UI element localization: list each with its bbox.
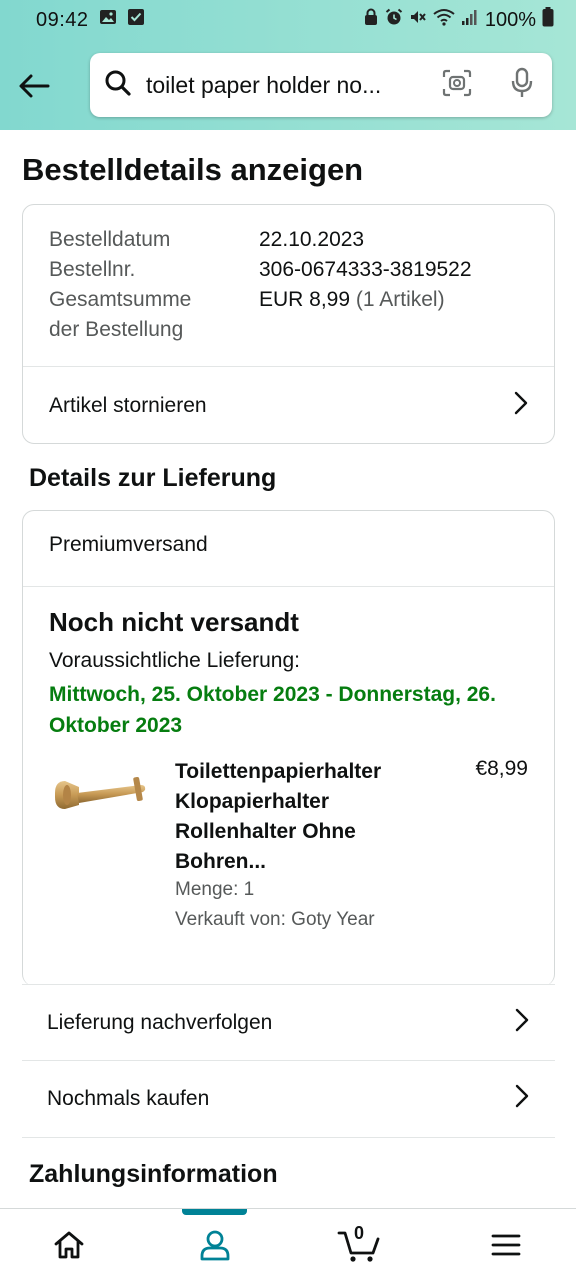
search-bar[interactable]: toilet paper holder no... <box>90 53 552 117</box>
search-header: toilet paper holder no... <box>0 40 576 130</box>
order-number-value: 306-0674333-3819522 <box>259 258 472 281</box>
cart-count-badge: 0 <box>353 1223 364 1243</box>
track-delivery-link[interactable]: Lieferung nachverfolgen <box>22 984 555 1060</box>
check-icon <box>127 8 145 32</box>
product-title-link[interactable]: Toilettenpapierhalter Klopapierhalter Ro… <box>175 757 415 877</box>
nav-menu[interactable] <box>471 1209 541 1280</box>
shipping-type: Premiumversand <box>49 533 208 556</box>
product-price: €8,99 <box>475 757 528 780</box>
shipment-status: Noch nicht versandt <box>49 607 299 637</box>
order-number-label: Bestellnr. <box>49 258 136 281</box>
nav-home[interactable] <box>34 1209 104 1280</box>
product-seller: Verkauft von: Goty Year <box>175 909 375 930</box>
battery-percent: 100% <box>484 8 536 31</box>
track-delivery-label: Lieferung nachverfolgen <box>47 1010 273 1034</box>
expected-delivery-label: Voraussichtliche Lieferung: <box>49 649 300 672</box>
cancel-items-label: Artikel stornieren <box>49 393 207 417</box>
delivery-section-title: Details zur Lieferung <box>29 464 277 492</box>
order-total-amount: EUR 8,99 <box>259 288 351 311</box>
image-icon <box>99 8 117 32</box>
menu-icon <box>491 1234 521 1256</box>
delivery-card: Premiumversand Noch nicht versandt Vorau… <box>22 510 555 986</box>
chevron-right-icon <box>515 1084 529 1114</box>
lock-icon <box>363 8 379 32</box>
buy-again-link[interactable]: Nochmals kaufen <box>22 1060 555 1136</box>
cancel-items-link[interactable]: Artikel stornieren <box>23 367 554 443</box>
battery-icon <box>542 7 554 33</box>
order-total-value: EUR 8,99 (1 Artikel) <box>259 285 445 315</box>
chevron-right-icon <box>514 391 528 421</box>
nav-cart[interactable]: 0 <box>324 1209 394 1280</box>
wifi-icon <box>433 8 455 32</box>
order-total-label: Gesamtsumme <box>49 288 192 311</box>
account-icon <box>200 1230 230 1261</box>
product-quantity: Menge: 1 <box>175 879 255 900</box>
home-icon <box>54 1231 84 1259</box>
divider <box>23 586 554 587</box>
order-total-label-2: der Bestellung <box>49 318 184 341</box>
alarm-icon <box>385 8 403 32</box>
nav-account[interactable] <box>180 1209 250 1280</box>
chevron-right-icon <box>515 1008 529 1038</box>
camera-scan-icon[interactable] <box>442 69 472 102</box>
order-date-value: 22.10.2023 <box>259 228 365 251</box>
mute-icon <box>409 8 427 32</box>
search-input[interactable]: toilet paper holder no... <box>146 72 422 99</box>
back-arrow-icon <box>19 74 50 98</box>
status-bar: 09:42 100% <box>0 0 576 40</box>
bottom-navigation: 0 <box>0 1208 576 1280</box>
back-button[interactable] <box>14 66 54 106</box>
divider <box>22 1137 555 1138</box>
order-date-label: Bestelldatum <box>49 228 171 251</box>
order-summary-card: Bestelldatum 22.10.2023 Bestellnr. 306-0… <box>22 204 555 444</box>
search-icon <box>104 69 132 102</box>
status-time: 09:42 <box>36 8 89 31</box>
buy-again-label: Nochmals kaufen <box>47 1086 210 1110</box>
microphone-icon[interactable] <box>510 67 534 104</box>
signal-icon <box>461 8 479 32</box>
order-item-count: (1 Artikel) <box>355 288 445 311</box>
product-image[interactable] <box>49 763 149 833</box>
page-title: Bestelldetails anzeigen <box>22 152 364 187</box>
expected-delivery-date: Mittwoch, 25. Oktober 2023 - Donnerstag,… <box>49 683 496 737</box>
payment-section-title: Zahlungsinformation <box>29 1160 278 1188</box>
